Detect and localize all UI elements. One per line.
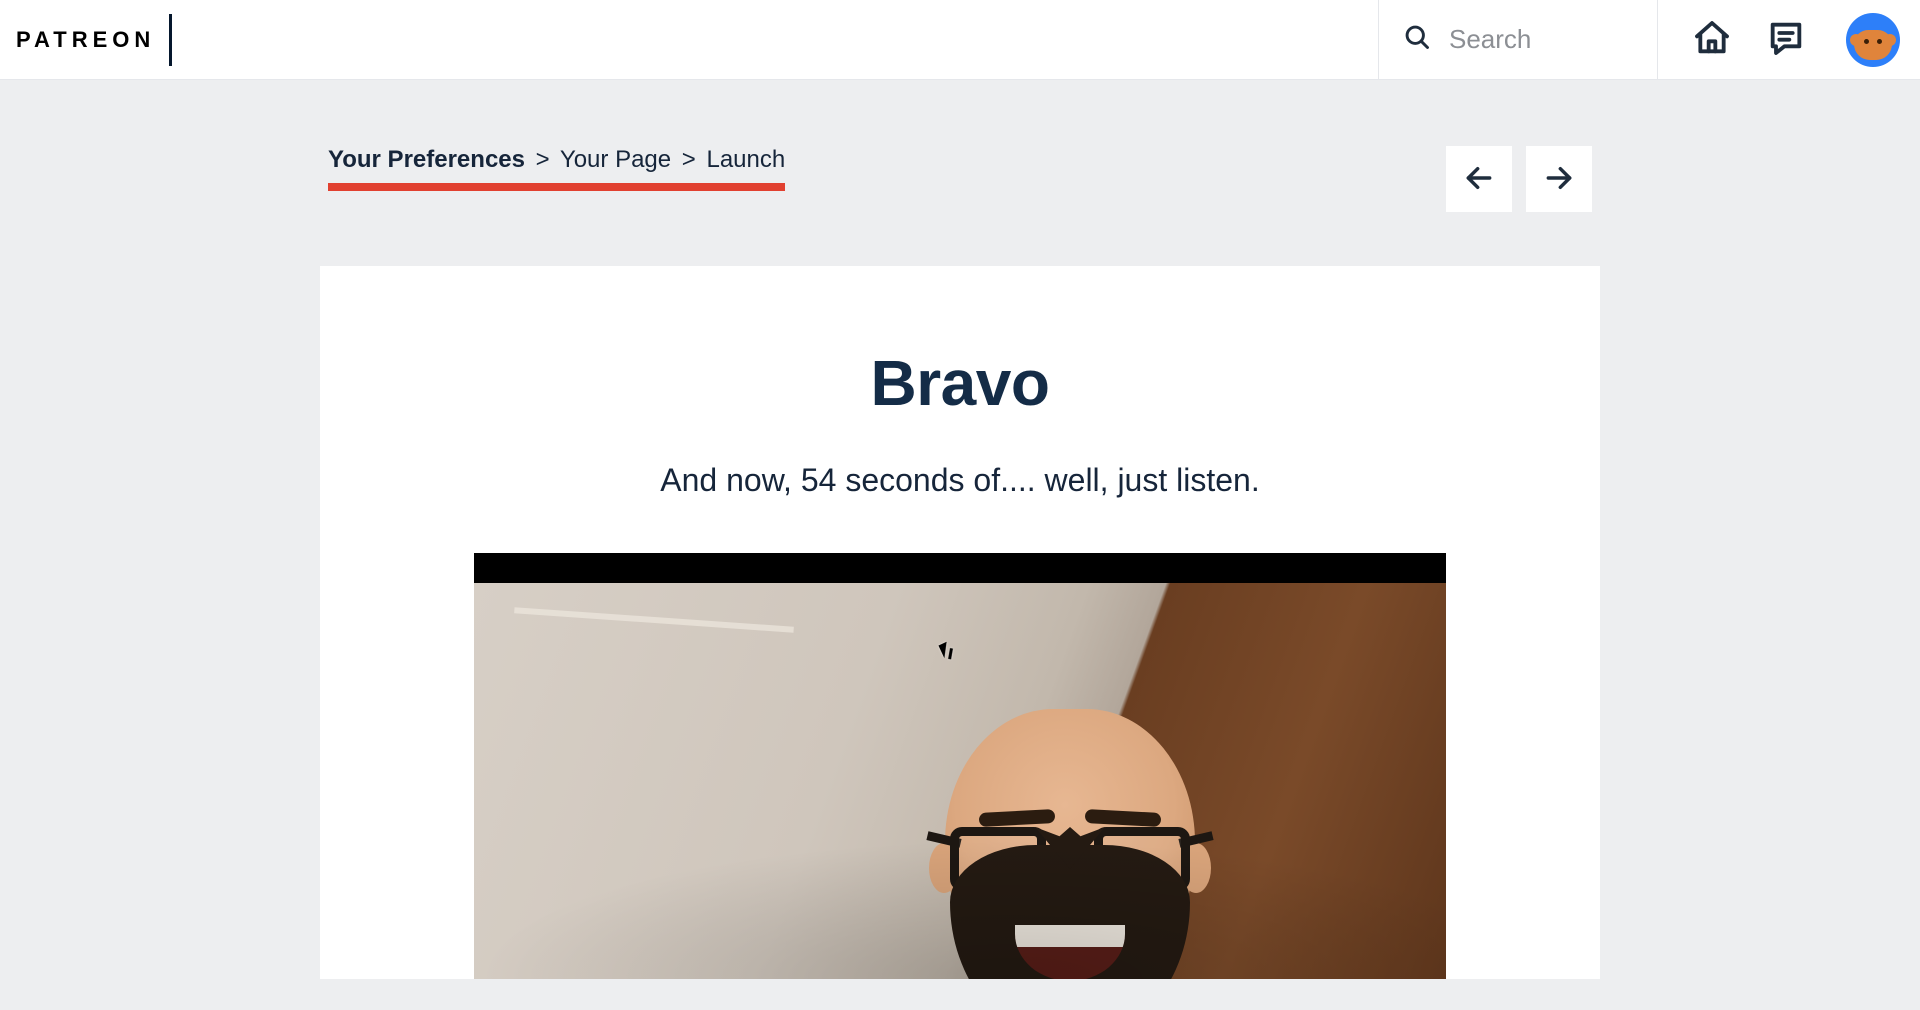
- arrow-left-icon: [1463, 162, 1495, 197]
- arrow-right-icon: [1543, 162, 1575, 197]
- breadcrumb-row: Your Preferences > Your Page > Launch: [320, 112, 1600, 212]
- user-avatar[interactable]: [1846, 13, 1900, 67]
- breadcrumb-separator: >: [536, 146, 550, 173]
- video-player[interactable]: [474, 553, 1446, 979]
- brand-divider-icon: [169, 14, 172, 66]
- search-box[interactable]: [1378, 0, 1658, 80]
- chat-icon: [1766, 18, 1806, 61]
- breadcrumb: Your Preferences > Your Page > Launch: [328, 146, 785, 191]
- page-title: Bravo: [320, 346, 1600, 420]
- brand-name: PATREON: [16, 27, 155, 53]
- breadcrumb-current[interactable]: Your Preferences: [328, 146, 525, 173]
- next-button[interactable]: [1526, 146, 1592, 212]
- messages-button[interactable]: [1766, 18, 1806, 61]
- video-subject-illustration: [945, 709, 1195, 979]
- prev-button[interactable]: [1446, 146, 1512, 212]
- pager: [1446, 146, 1592, 212]
- video-frame: [474, 583, 1446, 979]
- content-card: Bravo And now, 54 seconds of.... well, j…: [320, 266, 1600, 979]
- home-button[interactable]: [1692, 18, 1732, 61]
- page-content: Your Preferences > Your Page > Launch: [320, 80, 1600, 979]
- page-subtitle: And now, 54 seconds of.... well, just li…: [320, 462, 1600, 499]
- home-icon: [1692, 18, 1732, 61]
- cursor-icon: [938, 642, 952, 658]
- header-action-icons: [1658, 13, 1900, 67]
- brand-logo[interactable]: PATREON: [16, 14, 172, 66]
- search-icon: [1403, 23, 1431, 56]
- search-input[interactable]: [1449, 24, 1633, 55]
- app-header: PATREON: [0, 0, 1920, 80]
- breadcrumb-step-launch[interactable]: Launch: [706, 146, 785, 173]
- video-letterbox-top: [474, 553, 1446, 583]
- breadcrumb-step-page[interactable]: Your Page: [560, 146, 671, 173]
- breadcrumb-separator: >: [682, 146, 696, 173]
- avatar-icon: [1854, 30, 1892, 60]
